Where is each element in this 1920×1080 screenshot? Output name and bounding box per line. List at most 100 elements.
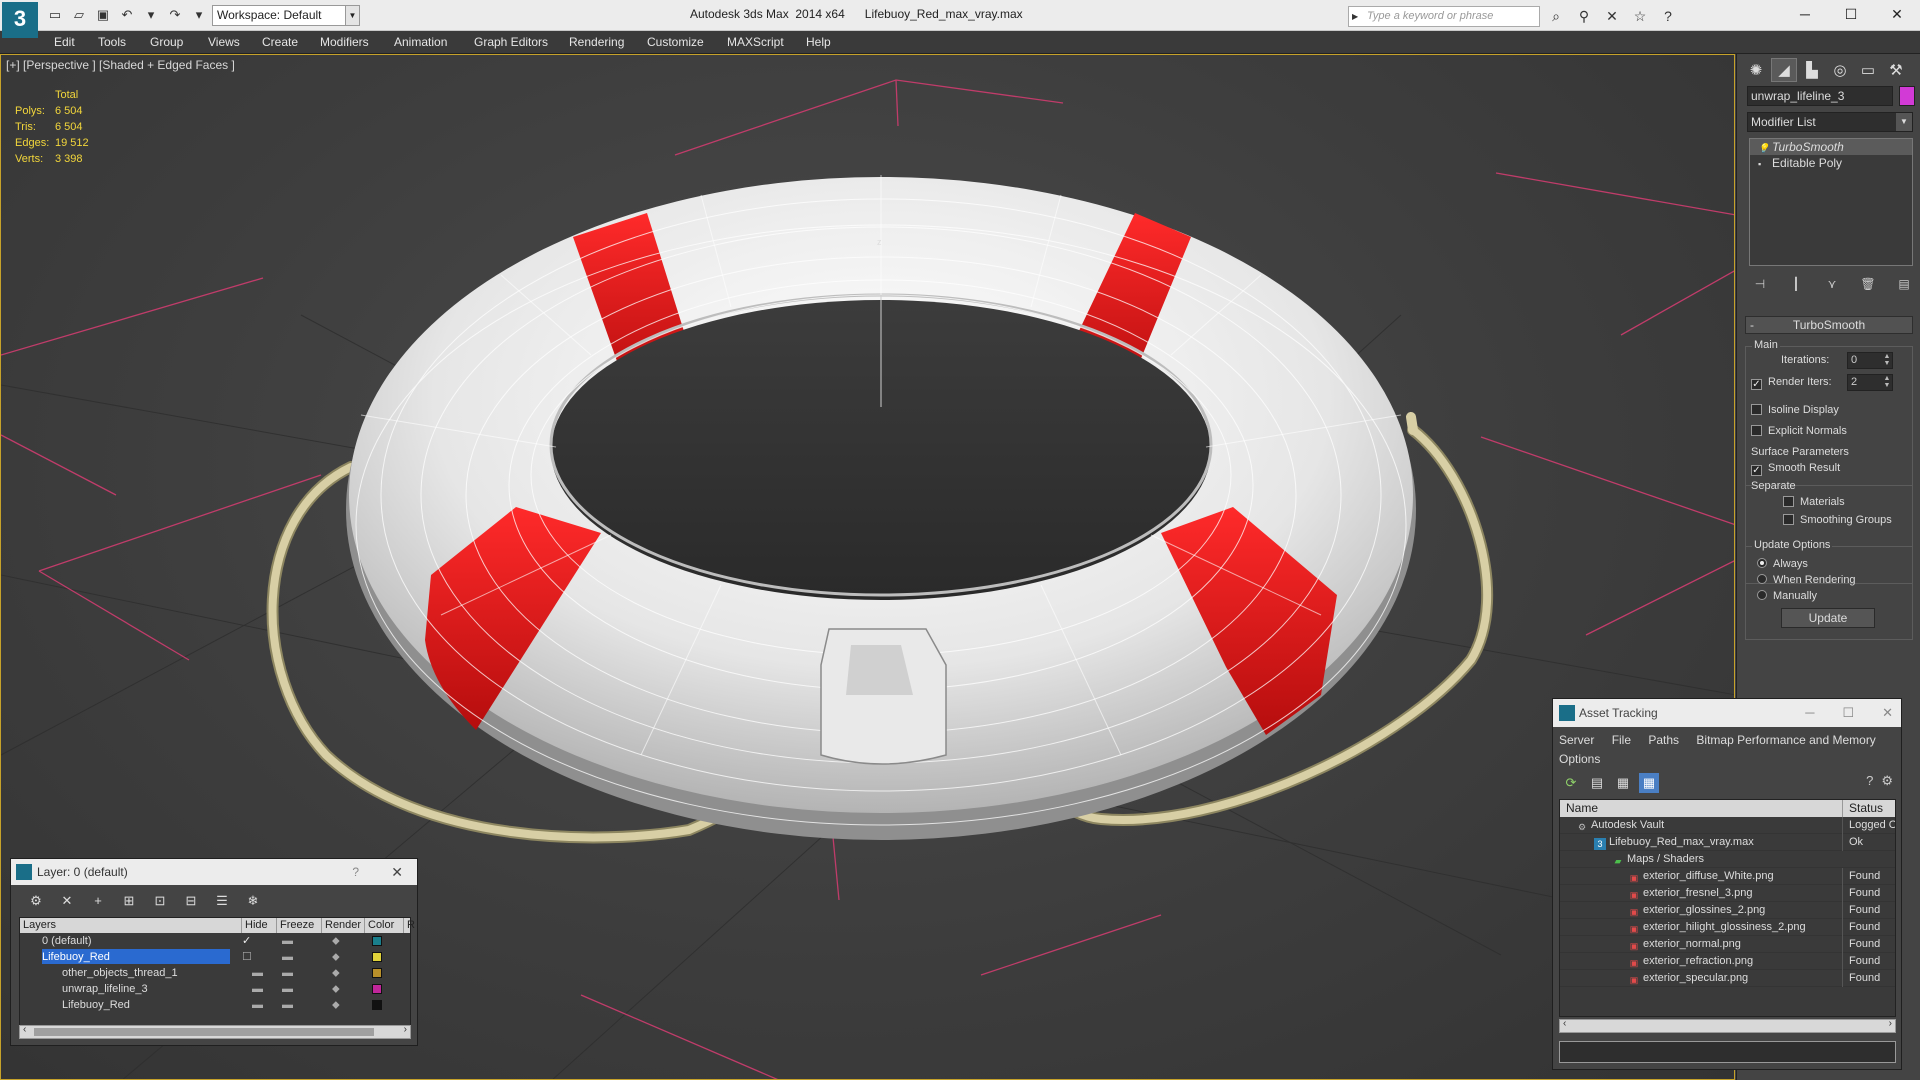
- col-r[interactable]: R: [403, 918, 415, 933]
- freeze-toggle-icon[interactable]: ▬: [282, 965, 293, 981]
- render-iters-spinner[interactable]: 2 ▲ ▼: [1847, 374, 1893, 391]
- undo-icon[interactable]: ↶: [116, 5, 138, 25]
- menu-server[interactable]: Server: [1559, 733, 1594, 747]
- object-color-swatch[interactable]: [1899, 86, 1915, 106]
- stack-item-turbosmooth[interactable]: 💡 TurboSmooth: [1750, 139, 1912, 155]
- configure-sets-icon[interactable]: ▤: [1893, 274, 1915, 294]
- list-view-icon[interactable]: ▤: [1587, 773, 1607, 793]
- col-color[interactable]: Color: [364, 918, 394, 933]
- menu-maxscript[interactable]: MAXScript: [727, 35, 784, 49]
- favorites-star-icon[interactable]: ☆: [1629, 6, 1651, 26]
- layer-row[interactable]: Lifebuoy_Red ☐ ▬ ⬥: [20, 949, 410, 965]
- refresh-icon[interactable]: ⟳: [1561, 773, 1581, 793]
- redo-dropdown-icon[interactable]: ▾: [188, 5, 210, 25]
- layer-row[interactable]: Lifebuoy_Red ▬ ▬ ⬥: [20, 997, 410, 1013]
- scroll-right-icon[interactable]: ›: [1889, 1018, 1892, 1029]
- utilities-tab-icon[interactable]: ⚒: [1883, 58, 1909, 82]
- scroll-right-icon[interactable]: ›: [404, 1024, 407, 1035]
- menu-help[interactable]: Help: [806, 35, 831, 49]
- expand-icon[interactable]: ▪: [1758, 156, 1761, 172]
- menu-modifiers[interactable]: Modifiers: [320, 35, 369, 49]
- render-iters-checkbox[interactable]: ✓ Render Iters:: [1751, 376, 1832, 390]
- help-button[interactable]: ?: [352, 859, 359, 885]
- menu-graph-editors[interactable]: Graph Editors: [474, 35, 548, 49]
- communication-icon[interactable]: ✕: [1601, 6, 1623, 26]
- minimize-button[interactable]: ─: [1805, 699, 1814, 727]
- update-always-radio[interactable]: Always: [1757, 558, 1808, 570]
- menu-paths[interactable]: Paths: [1648, 733, 1679, 747]
- workspace-dropdown[interactable]: Workspace: Default ▼: [212, 5, 360, 26]
- asset-row[interactable]: ▣ exterior_glossines_2.png Found: [1560, 902, 1895, 919]
- iterations-spinner[interactable]: 0 ▲ ▼: [1847, 352, 1893, 369]
- create-tab-icon[interactable]: ✺: [1743, 58, 1769, 82]
- isoline-display-checkbox[interactable]: Isoline Display: [1751, 404, 1839, 416]
- menu-tools[interactable]: Tools: [98, 35, 126, 49]
- binoculars-icon[interactable]: ⌕: [1545, 6, 1567, 26]
- add-selection-icon[interactable]: ⊞: [118, 892, 140, 910]
- asset-row[interactable]: ▣ exterior_refraction.png Found: [1560, 953, 1895, 970]
- pin-stack-icon[interactable]: ⊣: [1749, 274, 1771, 294]
- menu-group[interactable]: Group: [150, 35, 183, 49]
- layer-color-swatch[interactable]: [372, 968, 382, 978]
- remove-modifier-icon[interactable]: 🗑: [1857, 274, 1879, 294]
- close-button[interactable]: ✕: [1882, 699, 1893, 727]
- scroll-left-icon[interactable]: ‹: [1563, 1018, 1566, 1029]
- new-file-icon[interactable]: ▭: [44, 5, 66, 25]
- help-icon[interactable]: ?: [1866, 773, 1873, 789]
- menu-file[interactable]: File: [1612, 733, 1631, 747]
- asset-row[interactable]: 3 Lifebuoy_Red_max_vray.max Ok: [1560, 834, 1895, 851]
- lightbulb-icon[interactable]: 💡: [1758, 140, 1769, 156]
- open-file-icon[interactable]: ▱: [68, 5, 90, 25]
- menu-options[interactable]: Options: [1559, 752, 1600, 766]
- undo-dropdown-icon[interactable]: ▾: [140, 5, 162, 25]
- layer-row[interactable]: other_objects_thread_1 ▬ ▬ ⬥: [20, 965, 410, 981]
- save-file-icon[interactable]: ▣: [92, 5, 114, 25]
- display-tab-icon[interactable]: ▭: [1855, 58, 1881, 82]
- hierarchy-tab-icon[interactable]: ▙: [1799, 58, 1825, 82]
- update-when-rendering-radio[interactable]: When Rendering: [1757, 574, 1856, 586]
- viewport-label[interactable]: [+] [Perspective ] [Shaded + Edged Faces…: [6, 58, 235, 72]
- col-status[interactable]: Status: [1842, 800, 1883, 817]
- asset-row[interactable]: ⚙ Autodesk Vault Logged Out: [1560, 817, 1895, 834]
- make-unique-icon[interactable]: ⋎: [1821, 274, 1843, 294]
- layer-dialog-titlebar[interactable]: Layer: 0 (default) ? ✕: [11, 859, 417, 885]
- freeze-toggle-icon[interactable]: ▬: [282, 981, 293, 997]
- asset-row[interactable]: ▣ exterior_fresnel_3.png Found: [1560, 885, 1895, 902]
- hide-toggle-icon[interactable]: ▬: [252, 965, 263, 981]
- search-expand-icon[interactable]: ▶: [1352, 7, 1358, 26]
- close-button[interactable]: ✕: [1874, 0, 1920, 28]
- asset-row[interactable]: ▣ exterior_normal.png Found: [1560, 936, 1895, 953]
- object-name-field[interactable]: unwrap_lifeline_3: [1747, 86, 1893, 106]
- hide-toggle-icon[interactable]: ▬: [252, 997, 263, 1013]
- app-logo-button[interactable]: 3: [2, 2, 38, 38]
- asset-horizontal-scrollbar[interactable]: ‹ ›: [1559, 1018, 1896, 1033]
- close-icon[interactable]: ✕: [391, 859, 403, 885]
- hide-all-icon[interactable]: ☰: [211, 892, 233, 910]
- col-render[interactable]: Render: [321, 918, 361, 933]
- col-name[interactable]: Name: [1566, 800, 1598, 817]
- highlight-layer-icon[interactable]: ⊟: [180, 892, 202, 910]
- menu-views[interactable]: Views: [208, 35, 240, 49]
- active-layer-check-icon[interactable]: ✓: [242, 933, 251, 949]
- col-freeze[interactable]: Freeze: [276, 918, 314, 933]
- asset-row[interactable]: ▣ exterior_specular.png Found: [1560, 970, 1895, 987]
- search-input[interactable]: ▶ Type a keyword or phrase: [1348, 6, 1540, 27]
- layer-color-swatch[interactable]: [372, 936, 382, 946]
- col-layers[interactable]: Layers: [20, 918, 56, 933]
- maximize-button[interactable]: ☐: [1828, 0, 1874, 28]
- explicit-normals-checkbox[interactable]: Explicit Normals: [1751, 425, 1847, 437]
- modifier-list-dropdown[interactable]: Modifier List ▼: [1747, 112, 1913, 132]
- freeze-all-icon[interactable]: ❄: [242, 892, 264, 910]
- layer-color-swatch[interactable]: [372, 952, 382, 962]
- select-objects-icon[interactable]: ⊡: [149, 892, 171, 910]
- help-icon[interactable]: ?: [1657, 6, 1679, 26]
- show-end-result-icon[interactable]: ┃: [1785, 274, 1807, 294]
- render-toggle-icon[interactable]: ⬥: [332, 933, 340, 949]
- minimize-button[interactable]: ─: [1782, 0, 1828, 28]
- asset-row[interactable]: ▣ exterior_diffuse_White.png Found: [1560, 868, 1895, 885]
- maximize-button[interactable]: ☐: [1842, 699, 1854, 727]
- smoothing-groups-checkbox[interactable]: Smoothing Groups: [1783, 514, 1892, 526]
- render-toggle-icon[interactable]: ⬥: [332, 981, 340, 997]
- layer-row[interactable]: unwrap_lifeline_3 ▬ ▬ ⬥: [20, 981, 410, 997]
- menu-edit[interactable]: Edit: [54, 35, 75, 49]
